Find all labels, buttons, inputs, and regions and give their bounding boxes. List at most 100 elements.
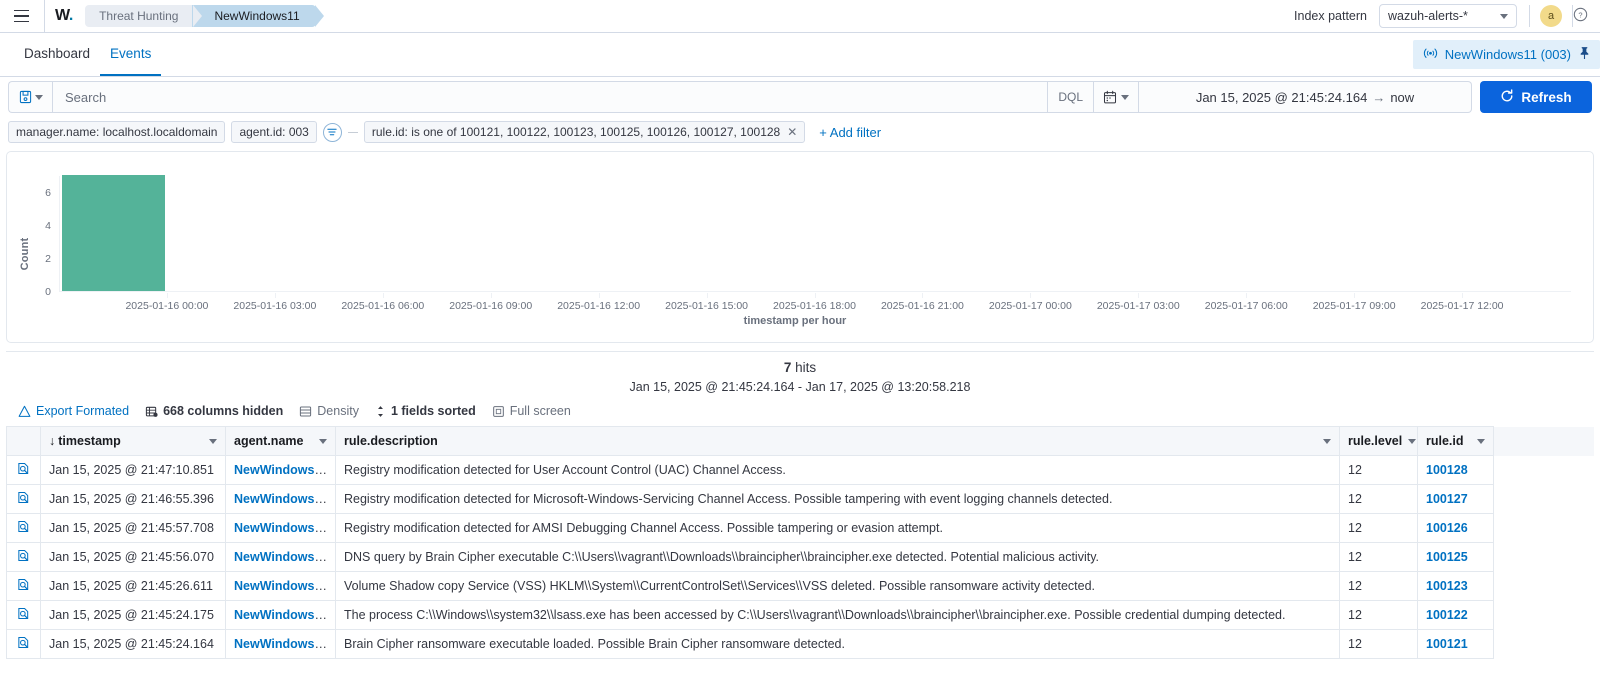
refresh-label: Refresh [1521,89,1572,105]
cell-spacer [1493,600,1594,630]
chart-x-tick-mark [1246,293,1248,298]
chevron-down-icon[interactable] [1408,438,1417,444]
density-icon [299,405,312,418]
nav-divider-2 [1529,5,1530,27]
density-button[interactable]: Density [299,404,359,418]
agent-name-link[interactable]: NewWindows11 [234,608,328,622]
index-pattern-select[interactable]: wazuh-alerts-* [1379,4,1517,28]
agent-name-link[interactable]: NewWindows11 [234,550,328,564]
hits-summary: 7 hits [6,352,1594,375]
tab-dashboard[interactable]: Dashboard [14,33,100,76]
table-row[interactable]: Jan 15, 2025 @ 21:45:24.175 NewWindows11 T… [6,600,1594,630]
date-range-start: Jan 15, 2025 @ 21:45:24.164 [1195,89,1368,105]
query-language-button[interactable]: DQL [1047,82,1085,112]
th-timestamp[interactable]: ↓ timestamp [40,426,226,456]
rule-id-link[interactable]: 100122 [1426,608,1468,622]
inspect-document-icon[interactable] [17,636,30,652]
pin-icon[interactable] [1578,46,1591,63]
chart-x-tick-mark [1138,293,1140,298]
filter-pill-manager-name[interactable]: manager.name: localhost.localdomain [8,121,226,143]
table-row[interactable]: Jan 15, 2025 @ 21:47:10.851 NewWindows11 R… [6,455,1594,485]
chart-x-tick-label: 2025-01-17 12:00 [1420,300,1504,312]
cell-spacer [1493,629,1594,659]
refresh-button[interactable]: Refresh [1480,81,1592,113]
chart-bar[interactable] [62,175,165,291]
table-row[interactable]: Jan 15, 2025 @ 21:45:24.164 NewWindows11 B… [6,629,1594,659]
chart-x-tick-label: 2025-01-16 03:00 [233,300,317,312]
index-pattern-label: Index pattern [1294,9,1367,23]
table-row[interactable]: Jan 15, 2025 @ 21:45:26.611 NewWindows11 V… [6,571,1594,601]
agent-name-link[interactable]: NewWindows11 [234,637,328,651]
rule-id-link[interactable]: 100121 [1426,637,1468,651]
agent-name-link[interactable]: NewWindows11 [234,463,328,477]
th-rule-id[interactable]: rule.id [1417,426,1494,456]
table-row[interactable]: Jan 15, 2025 @ 21:46:55.396 NewWindows11 R… [6,484,1594,514]
chart-x-tick-mark [1354,293,1356,298]
rule-id-link[interactable]: 100126 [1426,521,1468,535]
wazuh-logo[interactable]: W. [55,7,73,25]
chevron-down-icon[interactable] [1477,438,1485,444]
rule-id-link[interactable]: 100123 [1426,579,1468,593]
help-circle-icon[interactable]: ? [1573,7,1588,25]
cell-rule-id: 100123 [1417,571,1494,601]
events-table: ↓timestamp agent.name rule.description [6,426,1594,659]
columns-hidden-button[interactable]: 668 columns hidden [145,404,283,418]
filter-pill-rule-id[interactable]: rule.id: is one of 100121, 100122, 10012… [363,121,806,143]
chart-x-tick-label: 2025-01-16 21:00 [880,300,964,312]
chevron-down-icon[interactable] [1323,438,1331,444]
selected-agent-pill[interactable]: NewWindows11 (003) [1412,40,1600,69]
breadcrumb-newwindows11[interactable]: NewWindows11 [192,5,324,27]
svg-text:?: ? [1578,11,1582,20]
close-icon[interactable]: ✕ [787,125,797,139]
search-input[interactable] [63,88,1048,106]
inspect-document-icon[interactable] [17,607,30,623]
expand-row-cell[interactable] [6,600,41,630]
inspect-document-icon[interactable] [17,578,30,594]
th-rule-description[interactable]: rule.description [335,426,1340,456]
cell-rule-description: Registry modification detected for Micro… [335,484,1340,514]
cell-rule-description: DNS query by Brain Cipher executable C:\… [335,542,1340,572]
expand-row-cell[interactable] [6,484,41,514]
expand-row-cell[interactable] [6,629,41,659]
filter-group-icon[interactable] [322,122,342,142]
expand-row-cell[interactable] [6,542,41,572]
fields-sorted-button[interactable]: 1 fields sorted [375,404,476,418]
inspect-document-icon[interactable] [17,549,30,565]
chart-x-tick-label: 2025-01-16 00:00 [125,300,209,312]
full-screen-button[interactable]: Full screen [492,404,571,418]
chevron-down-icon[interactable] [209,438,217,444]
expand-row-cell[interactable] [6,513,41,543]
avatar[interactable]: a [1540,5,1562,27]
rule-id-link[interactable]: 100125 [1426,550,1468,564]
table-row[interactable]: Jan 15, 2025 @ 21:45:56.070 NewWindows11 D… [6,542,1594,572]
grid-toolbar-label: Export Formated [36,404,130,418]
inspect-document-icon[interactable] [17,520,30,536]
calendar-icon-button[interactable] [1094,82,1139,112]
breadcrumb-threat-hunting[interactable]: Threat Hunting [85,5,203,27]
expand-row-cell[interactable] [6,455,41,485]
expand-row-cell[interactable] [6,571,41,601]
rule-id-link[interactable]: 100128 [1426,463,1468,477]
date-range-display[interactable]: Jan 15, 2025 @ 21:45:24.164 → now [1139,90,1471,105]
agent-name-link[interactable]: NewWindows11 [234,521,328,535]
grid-toolbar-label: Full screen [509,404,571,418]
chevron-down-icon[interactable] [319,438,327,444]
inspect-document-icon[interactable] [17,462,30,478]
th-agent-name[interactable]: agent.name [225,426,336,456]
table-row[interactable]: Jan 15, 2025 @ 21:45:57.708 NewWindows11 R… [6,513,1594,543]
inspect-document-icon[interactable] [17,491,30,507]
agent-name-link[interactable]: NewWindows11 [234,579,328,593]
filter-pill-agent-id[interactable]: agent.id: 003 [231,121,317,143]
cell-agent-name: NewWindows11 [225,455,336,485]
rule-id-link[interactable]: 100127 [1426,492,1468,506]
add-filter-button[interactable]: + Add filter [819,125,881,140]
tab-events[interactable]: Events [100,33,162,76]
chart-x-tick-mark [598,293,600,298]
hamburger-menu-icon[interactable] [8,3,34,29]
histogram-chart[interactable]: Count 0 2 4 6 2025-01-16 00:00 2025-01-16 03… [7,160,1583,342]
export-formatted-button[interactable]: Export Formated [18,404,129,418]
agent-name-link[interactable]: NewWindows11 [234,492,328,506]
saved-query-button[interactable] [8,81,52,113]
refresh-icon [1500,88,1514,106]
th-rule-level[interactable]: rule.level [1339,426,1418,456]
